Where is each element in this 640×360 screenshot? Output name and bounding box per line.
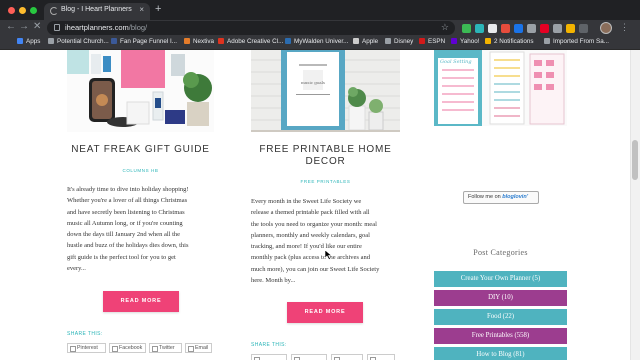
share-button[interactable] bbox=[251, 354, 287, 360]
bookmark-item[interactable]: 2 Notifications bbox=[485, 38, 534, 45]
espn-icon bbox=[419, 38, 425, 44]
share-email-button[interactable]: Email bbox=[185, 343, 212, 353]
home-decor-photo bbox=[251, 50, 400, 132]
bookmark-item[interactable]: Disney bbox=[385, 38, 413, 45]
post-image-gift-guide[interactable] bbox=[67, 50, 214, 132]
maximize-window-icon[interactable] bbox=[30, 7, 37, 14]
extension-icon[interactable] bbox=[488, 24, 497, 33]
planner-text: Goal Setting bbox=[440, 59, 472, 65]
extension-icon[interactable] bbox=[475, 24, 484, 33]
share-button[interactable] bbox=[367, 354, 395, 360]
mouse-cursor-icon bbox=[325, 250, 332, 260]
tab-blog[interactable]: Blog - I Heart Planners × bbox=[44, 3, 150, 20]
close-window-icon[interactable] bbox=[8, 7, 15, 14]
share-pinterest-button[interactable]: Pinterest bbox=[67, 343, 106, 353]
new-tab-button[interactable]: + bbox=[155, 3, 161, 15]
poster-text: music goals bbox=[301, 80, 325, 85]
extension-icon[interactable] bbox=[527, 24, 536, 33]
post-excerpt: It's already time to dive into holiday s… bbox=[67, 186, 189, 273]
toolbar: ← → ✕ iheartplanners.com/blog/ ☆ ⋮ bbox=[0, 20, 640, 36]
apple-icon bbox=[353, 38, 359, 44]
bookmark-item[interactable]: MyWalden Univer... bbox=[285, 38, 348, 45]
post-category[interactable]: COLUMNS HB bbox=[67, 168, 214, 173]
bookmark-item[interactable]: Adobe Creative Cl... bbox=[218, 38, 283, 45]
folder-icon bbox=[48, 38, 54, 44]
forward-button[interactable]: → bbox=[19, 21, 29, 32]
bookmark-item[interactable]: Apple bbox=[353, 38, 378, 45]
category-food[interactable]: Food (22) bbox=[434, 309, 567, 325]
post-title[interactable]: FREE PRINTABLE HOME DECOR bbox=[251, 144, 400, 168]
extension-icon[interactable] bbox=[553, 24, 562, 33]
read-more-button[interactable]: READ MORE bbox=[103, 291, 179, 312]
extension-icon[interactable] bbox=[501, 24, 510, 33]
bookmark-item[interactable]: Imported From Sa... bbox=[544, 38, 609, 45]
share-button[interactable] bbox=[291, 354, 327, 360]
url-text: iheartplanners.com/blog/ bbox=[65, 23, 148, 32]
browser-chrome: Blog - I Heart Planners × + ← → ✕ iheart… bbox=[0, 0, 640, 50]
extension-icon[interactable] bbox=[514, 24, 523, 33]
post-categories-heading: Post Categories bbox=[473, 248, 528, 257]
address-bar[interactable]: iheartplanners.com/blog/ ☆ bbox=[47, 21, 455, 35]
extension-icon[interactable] bbox=[579, 24, 588, 33]
scrollbar-thumb[interactable] bbox=[632, 140, 638, 180]
back-button[interactable]: ← bbox=[6, 21, 16, 32]
facebook-icon bbox=[111, 38, 117, 44]
post-image-home-decor[interactable]: music goals bbox=[251, 50, 400, 132]
extension-icon[interactable] bbox=[462, 24, 471, 33]
share-label: SHARE THIS: bbox=[67, 331, 103, 337]
read-more-button[interactable]: READ MORE bbox=[287, 302, 363, 323]
category-free-printables[interactable]: Free Printables (558) bbox=[434, 328, 567, 344]
page-content: music goals Goal Setting NEAT FREAK GIFT… bbox=[0, 50, 640, 360]
lock-icon bbox=[54, 24, 60, 31]
post-category[interactable]: FREE PRINTABLES bbox=[251, 179, 400, 184]
post-excerpt: Every month in the Sweet Life Society we… bbox=[251, 198, 380, 285]
category-how-to-blog[interactable]: How to Blog (81) bbox=[434, 347, 567, 360]
folder-icon bbox=[544, 38, 550, 44]
post-title[interactable]: NEAT FREAK GIFT GUIDE bbox=[67, 144, 214, 155]
tab-title: Blog - I Heart Planners bbox=[61, 6, 132, 13]
tab-close-icon[interactable]: × bbox=[139, 5, 144, 14]
nextiva-icon bbox=[184, 38, 190, 44]
extension-icon[interactable] bbox=[566, 24, 575, 33]
share-button[interactable] bbox=[331, 354, 363, 360]
gift-guide-photo bbox=[67, 50, 214, 132]
bookmarks-bar: Apps Potential Church... Fan Page Funnel… bbox=[0, 36, 640, 50]
share-twitter-button[interactable]: Twitter bbox=[149, 343, 182, 353]
share-facebook-button[interactable]: Facebook bbox=[109, 343, 146, 353]
bookmark-item[interactable]: Potential Church... bbox=[48, 38, 109, 45]
extension-icon[interactable] bbox=[540, 24, 549, 33]
stop-button[interactable]: ✕ bbox=[33, 21, 41, 32]
tab-bar: Blog - I Heart Planners × + bbox=[0, 0, 640, 20]
bookmark-item[interactable]: Apps bbox=[17, 38, 40, 45]
loading-icon bbox=[50, 7, 58, 15]
share-label: SHARE THIS: bbox=[251, 342, 287, 348]
bookmark-star-icon[interactable]: ☆ bbox=[441, 22, 449, 33]
page-scrollbar[interactable] bbox=[630, 50, 640, 360]
apps-icon bbox=[17, 38, 23, 44]
bookmark-item[interactable]: ESPN bbox=[419, 38, 445, 45]
adobe-icon bbox=[218, 38, 224, 44]
disney-icon bbox=[385, 38, 391, 44]
browser-menu-icon[interactable]: ⋮ bbox=[620, 22, 629, 33]
category-create-your-own-planner[interactable]: Create Your Own Planner (5) bbox=[434, 271, 567, 287]
bookmark-item[interactable]: Fan Page Funnel I... bbox=[111, 38, 177, 45]
sidebar-planner-image[interactable]: Goal Setting bbox=[434, 50, 567, 126]
walden-icon bbox=[285, 38, 291, 44]
minimize-window-icon[interactable] bbox=[19, 7, 26, 14]
bloglovin-follow-button[interactable]: Follow me on bloglovin' bbox=[463, 191, 539, 204]
bookmark-item[interactable]: Yahoo! bbox=[451, 38, 480, 45]
notifications-icon bbox=[485, 38, 491, 44]
category-diy[interactable]: DIY (10) bbox=[434, 290, 567, 306]
yahoo-icon bbox=[451, 38, 457, 44]
bookmark-item[interactable]: Nextiva bbox=[184, 38, 214, 45]
profile-avatar[interactable] bbox=[600, 22, 612, 34]
